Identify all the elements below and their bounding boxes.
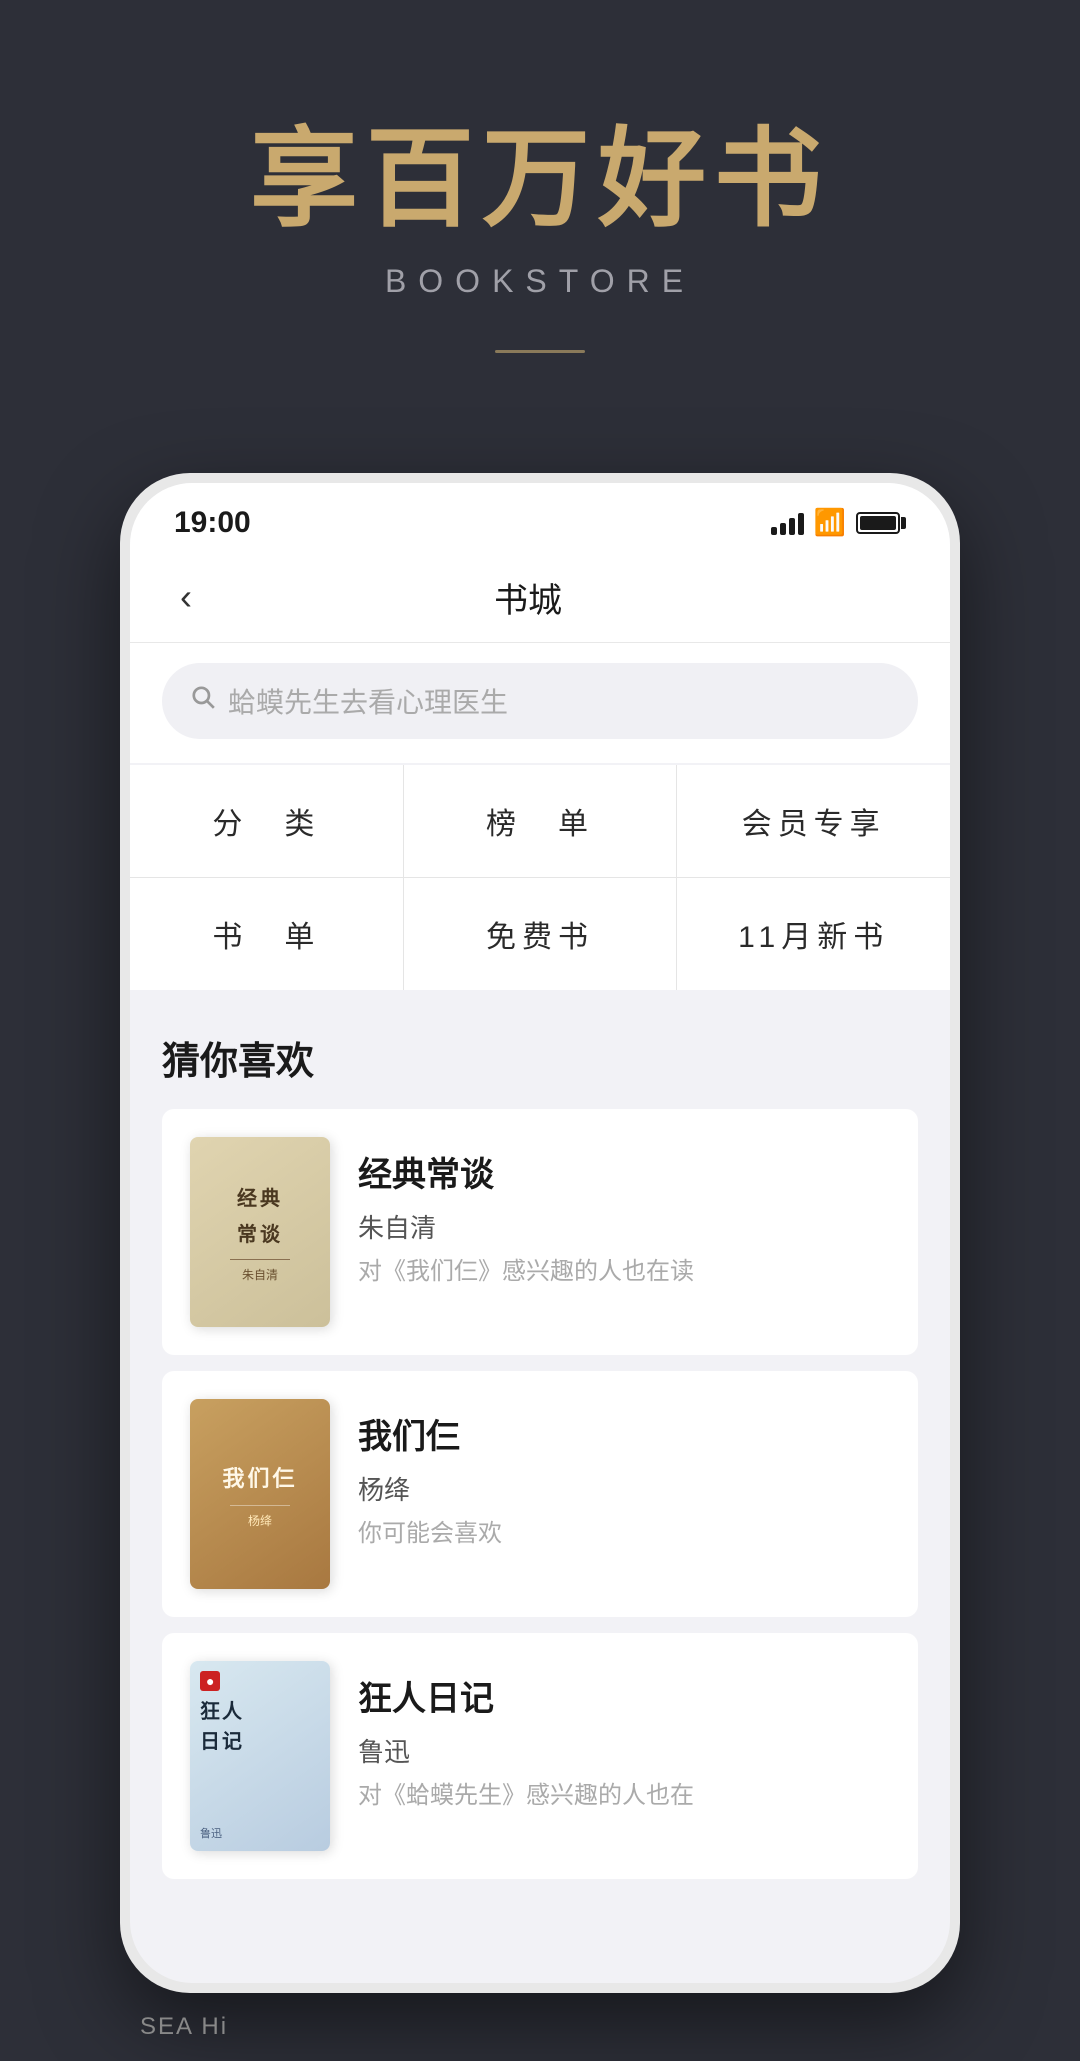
search-icon (190, 684, 216, 717)
search-container: 蛤蟆先生去看心理医生 (130, 643, 950, 763)
phone-screen: 19:00 📶 (130, 483, 950, 1983)
nav-bar: ‹ 书城 (130, 553, 950, 643)
book-name: 经典常谈 (358, 1147, 890, 1196)
book-author: 杨绛 (358, 1470, 890, 1507)
book-name: 狂人日记 (358, 1671, 890, 1720)
category-label: 分 类 (212, 799, 320, 843)
search-bar[interactable]: 蛤蟆先生去看心理医生 (162, 663, 918, 739)
cover-author: 朱自清 (242, 1266, 278, 1283)
book-list: 经典常谈 朱自清 经典常谈 朱自清 对《我们仨》感兴趣的人也在读 (162, 1109, 918, 1895)
category-label: 会员专享 (742, 799, 886, 843)
book-info-2: 我们仨 杨绛 你可能会喜欢 (358, 1399, 890, 1551)
category-label: 11月新书 (738, 912, 889, 956)
signal-icon (771, 511, 804, 535)
header-divider (495, 350, 585, 353)
book-item-1[interactable]: 经典常谈 朱自清 经典常谈 朱自清 对《我们仨》感兴趣的人也在读 (162, 1109, 918, 1355)
cover-author: 杨绛 (248, 1512, 272, 1529)
back-button[interactable]: ‹ (170, 566, 202, 628)
header-area: 享百万好书 BOOKSTORE (0, 0, 1080, 413)
category-item-shudan[interactable]: 书 单 (130, 878, 403, 990)
nav-title: 书城 (202, 573, 854, 622)
category-item-vip[interactable]: 会员专享 (677, 765, 950, 877)
bottom-area: SEA Hi (120, 1993, 960, 2061)
book-item-3[interactable]: ● 狂人日记 鲁迅 狂人日记 鲁迅 对《蛤蟆先生》感兴趣的人也在 (162, 1633, 918, 1879)
category-grid: 分 类 榜 单 会员专享 书 单 免费书 11月新书 (130, 765, 950, 990)
status-bar: 19:00 📶 (130, 483, 950, 553)
category-item-bangdan[interactable]: 榜 单 (404, 765, 677, 877)
recommend-section: 猜你喜欢 经典常谈 朱自清 经典常谈 朱自清 对《我们仨》感兴趣的人也 (130, 990, 950, 1895)
book-cover-3: ● 狂人日记 鲁迅 (190, 1661, 330, 1851)
cover-tag: ● (200, 1671, 220, 1691)
book-desc: 对《蛤蟆先生》感兴趣的人也在 (358, 1779, 890, 1813)
category-label: 书 单 (212, 912, 320, 956)
category-item-fenlei[interactable]: 分 类 (130, 765, 403, 877)
book-cover-1: 经典常谈 朱自清 (190, 1137, 330, 1327)
category-label: 免费书 (486, 912, 594, 956)
book-item-2[interactable]: 我们仨 杨绛 我们仨 杨绛 你可能会喜欢 (162, 1371, 918, 1617)
book-info-3: 狂人日记 鲁迅 对《蛤蟆先生》感兴趣的人也在 (358, 1661, 890, 1813)
cover-author: 鲁迅 (200, 1825, 222, 1841)
sea-hi-text: SEA Hi (140, 2013, 228, 2041)
book-author: 鲁迅 (358, 1732, 890, 1769)
phone-mockup: 19:00 📶 (120, 473, 960, 1993)
cover-text: 狂人日记 (200, 1697, 244, 1757)
cover-text: 我们仨 (222, 1459, 297, 1499)
category-item-free[interactable]: 免费书 (404, 878, 677, 990)
cover-text: 经典常谈 (237, 1181, 283, 1253)
wifi-icon: 📶 (814, 507, 846, 538)
status-icons: 📶 (771, 507, 906, 538)
search-placeholder-text: 蛤蟆先生去看心理医生 (228, 681, 508, 721)
book-name: 我们仨 (358, 1409, 890, 1458)
book-info-1: 经典常谈 朱自清 对《我们仨》感兴趣的人也在读 (358, 1137, 890, 1289)
book-author: 朱自清 (358, 1208, 890, 1245)
book-desc: 对《我们仨》感兴趣的人也在读 (358, 1255, 890, 1289)
main-title: 享百万好书 (250, 120, 830, 239)
battery-icon (856, 512, 906, 534)
category-label: 榜 单 (486, 799, 594, 843)
section-title: 猜你喜欢 (162, 1030, 918, 1085)
book-desc: 你可能会喜欢 (358, 1517, 890, 1551)
status-time: 19:00 (174, 506, 251, 540)
category-item-new[interactable]: 11月新书 (677, 878, 950, 990)
book-cover-2: 我们仨 杨绛 (190, 1399, 330, 1589)
subtitle: BOOKSTORE (385, 263, 695, 300)
